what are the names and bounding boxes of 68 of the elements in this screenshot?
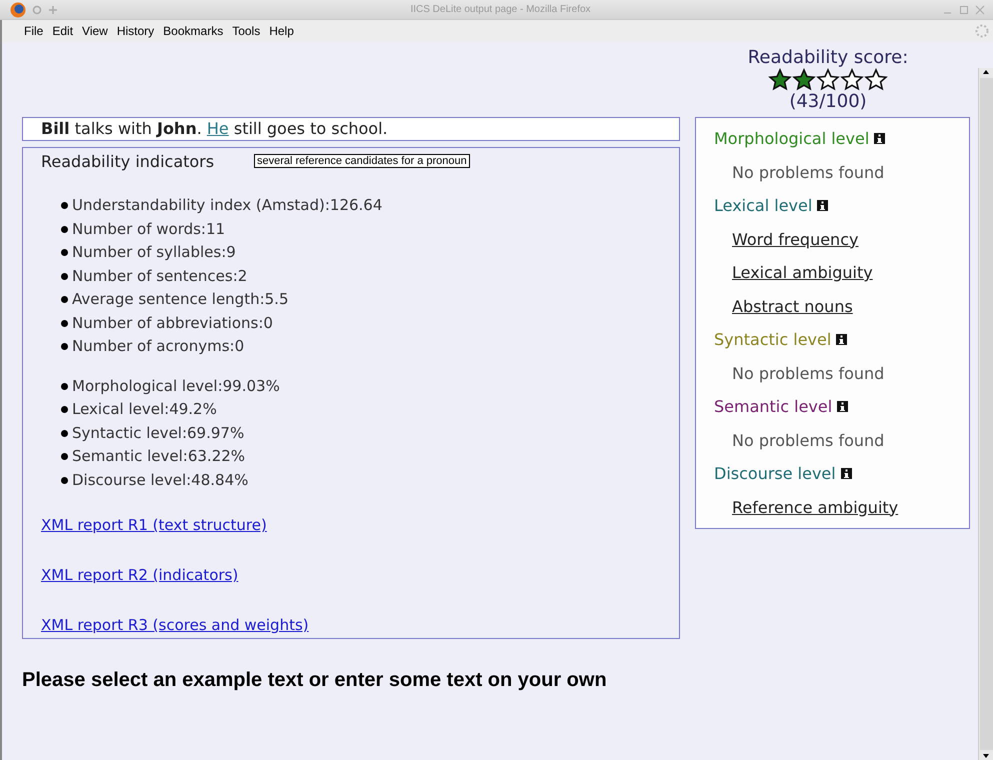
bullet-icon	[61, 430, 68, 437]
bullet-icon	[61, 296, 68, 304]
indicator-text: Number of syllables:9	[72, 242, 236, 263]
bullet-icon	[61, 453, 68, 460]
level-heading: Lexical level	[714, 196, 812, 216]
bullet-icon	[61, 272, 68, 280]
score-title: Readability score:	[748, 48, 908, 68]
tooltip: several reference candidates for a pronoun	[254, 154, 470, 168]
bullet-icon	[61, 406, 68, 414]
status-text: No problems found	[731, 162, 886, 184]
level-heading: Semantic level	[714, 397, 832, 416]
star-icon	[768, 68, 792, 92]
prompt-heading: Please select an example text or enter some text on your own	[22, 669, 608, 691]
problem-link[interactable]: Word frequency	[714, 222, 951, 256]
bullet-icon	[61, 249, 68, 256]
star-icon	[840, 68, 864, 92]
indicators-title: Readability indicators	[41, 152, 214, 171]
menu-item[interactable]: View	[82, 24, 108, 38]
level-heading: Syntactic level	[714, 330, 832, 350]
problem-link[interactable]: Abstract nouns	[714, 290, 951, 323]
star-icon	[792, 68, 816, 92]
problem-link[interactable]: Lexical ambiguity	[714, 256, 951, 290]
window-title: IICS DeLite output page - Mozilla Firefox	[409, 4, 592, 15]
bullet-icon	[61, 226, 68, 233]
menu-item[interactable]: Tools	[232, 24, 260, 38]
pronoun-link[interactable]: He	[206, 119, 229, 138]
info-icon[interactable]	[817, 200, 828, 212]
bullet-icon	[61, 320, 68, 327]
bullet-icon	[61, 382, 68, 390]
menu-item[interactable]: History	[116, 24, 154, 38]
menu-item[interactable]: Help	[269, 24, 294, 38]
indicator-text: Discourse level:48.84%	[72, 470, 248, 490]
report-link[interactable]: XML report R3 (scores and weights)	[41, 616, 661, 634]
info-icon[interactable]	[840, 468, 852, 480]
menu-item[interactable]: File	[24, 24, 44, 38]
firefox-icon	[10, 2, 26, 18]
star-icon	[864, 68, 888, 92]
indicator-text: Syntactic level:69.97%	[72, 422, 244, 444]
indicator-text: Number of words:11	[72, 218, 226, 240]
bullet-icon	[61, 202, 68, 210]
info-icon[interactable]	[874, 133, 886, 144]
menu-item[interactable]: Edit	[52, 24, 74, 38]
level-heading: Morphological level	[714, 129, 870, 148]
indicator-text: Number of acronyms:0	[72, 336, 244, 357]
status-text: No problems found	[731, 362, 886, 384]
bullet-icon	[61, 476, 68, 484]
star-icon	[816, 68, 840, 92]
indicator-text: Number of abbreviations:0	[72, 312, 273, 334]
info-icon[interactable]	[836, 334, 848, 346]
bullet-icon	[61, 343, 68, 350]
indicator-text: Morphological level:99.03%	[72, 376, 280, 396]
indicator-text: Number of sentences:2	[72, 266, 248, 286]
score-value: (43/100)	[789, 92, 867, 112]
scroll-down-icon[interactable]	[981, 752, 991, 760]
indicator-text: Average sentence length:5.5	[72, 289, 288, 310]
info-icon[interactable]	[837, 401, 848, 412]
report-link[interactable]: XML report R1 (text structure)	[41, 516, 661, 534]
throbber-icon	[975, 24, 989, 38]
indicator-text: Semantic level:63.22%	[72, 446, 246, 467]
scroll-up-icon[interactable]	[981, 68, 991, 76]
problem-link[interactable]: Reference ambiguity	[714, 490, 951, 524]
analyzed-sentence: Bill talks with John. He still goes to school.	[22, 117, 680, 141]
status-text: No problems found	[731, 430, 886, 452]
report-link[interactable]: XML report R2 (indicators)	[41, 566, 661, 584]
menu-item[interactable]: Bookmarks	[163, 24, 224, 38]
indicator-text: Understandability index (Amstad):126.64	[72, 195, 382, 216]
indicator-text: Lexical level:49.2%	[72, 399, 217, 420]
level-heading: Discourse level	[714, 464, 836, 484]
